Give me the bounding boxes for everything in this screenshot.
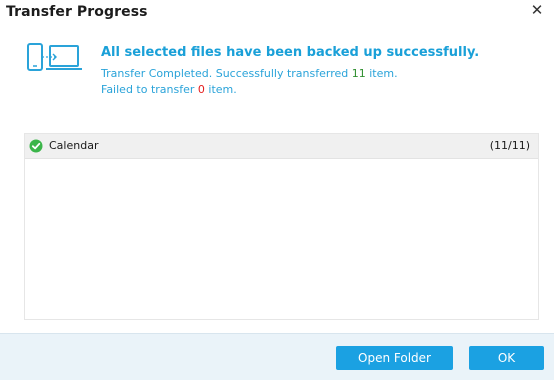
transfer-progress-dialog: Transfer Progress ✕ All selected files h… [0, 0, 554, 380]
item-label: Calendar [49, 139, 99, 152]
close-icon[interactable]: ✕ [530, 2, 544, 18]
transfer-failed-line: Failed to transfer 0 item. [101, 83, 237, 96]
success-headline: All selected files have been backed up s… [101, 45, 480, 60]
completed-prefix: Transfer Completed. Successfully transfe… [101, 67, 352, 80]
transfer-completed-line: Transfer Completed. Successfully transfe… [101, 67, 398, 80]
list-item[interactable]: Calendar (11/11) [25, 134, 538, 159]
failed-count: 0 [197, 83, 205, 96]
failed-prefix: Failed to transfer [101, 83, 198, 96]
footer-bar: Open Folder OK [0, 333, 554, 380]
item-count: (11/11) [489, 139, 530, 152]
completed-suffix: item. [365, 67, 398, 80]
open-folder-button[interactable]: Open Folder [336, 346, 453, 370]
success-count: 11 [351, 67, 366, 80]
ok-button[interactable]: OK [469, 346, 544, 370]
transfer-item-list: Calendar (11/11) [24, 133, 539, 320]
failed-suffix: item. [204, 83, 237, 96]
window-title: Transfer Progress [6, 4, 148, 20]
check-circle-icon [29, 139, 43, 153]
title-bar: Transfer Progress ✕ [0, 0, 554, 24]
device-transfer-icon [27, 43, 82, 71]
